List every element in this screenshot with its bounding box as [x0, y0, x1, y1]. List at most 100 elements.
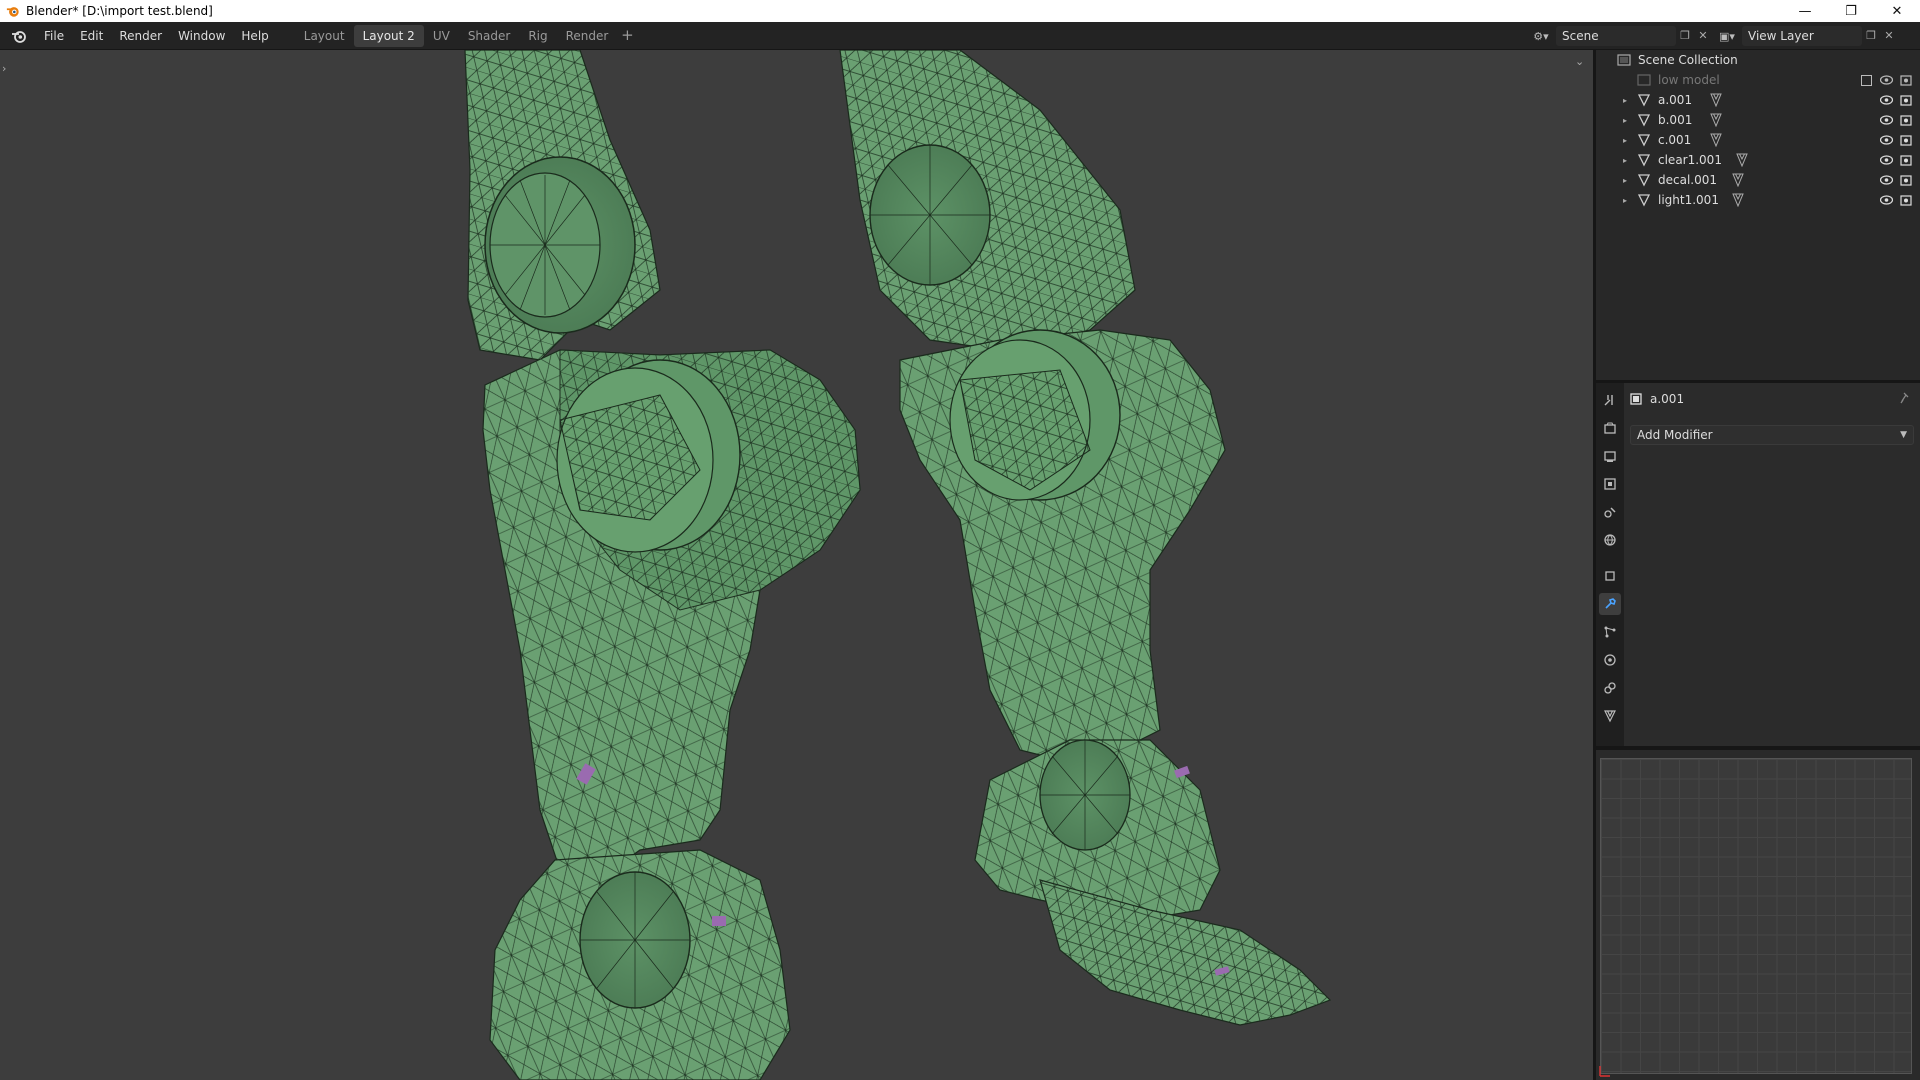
physics-tab-icon[interactable]: [1599, 649, 1621, 671]
3d-viewport[interactable]: ⌄ ›: [0, 50, 1593, 1080]
top-bar: File Edit Render Window Help Layout Layo…: [0, 22, 1920, 50]
modifier-tab-icon[interactable]: [1599, 593, 1621, 615]
uv-origin-icon: [1599, 1066, 1610, 1077]
collection-icon: [1636, 72, 1652, 88]
list-item[interactable]: ▸ a.001: [1596, 90, 1920, 110]
tab-layout[interactable]: Layout: [295, 25, 354, 47]
tab-rig[interactable]: Rig: [519, 25, 556, 47]
restore-icon[interactable]: ❐: [1828, 0, 1874, 22]
tab-layout-2[interactable]: Layout 2: [353, 24, 424, 47]
data-tab-icon[interactable]: [1599, 705, 1621, 727]
menu-window[interactable]: Window: [170, 24, 233, 48]
mesh-wireframe-view: ⌄ ›: [2, 50, 1584, 1080]
delete-view-layer-icon[interactable]: ✕: [1880, 26, 1898, 46]
window-title: Blender* [D:\import test.blend]: [26, 4, 213, 18]
render-tab-icon[interactable]: [1599, 417, 1621, 439]
mesh-object-icon: [1636, 132, 1652, 148]
mesh-object-icon: [1636, 172, 1652, 188]
menu-help[interactable]: Help: [233, 24, 276, 48]
tab-render[interactable]: Render: [557, 25, 618, 47]
scene-name-field[interactable]: Scene: [1556, 26, 1676, 46]
add-modifier-dropdown[interactable]: Add Modifier ▼: [1630, 425, 1914, 445]
mesh-data-icon[interactable]: [1708, 132, 1724, 148]
menu-edit[interactable]: Edit: [72, 24, 111, 48]
scene-icon[interactable]: ⚙▾: [1526, 26, 1556, 46]
scene-tab-icon[interactable]: [1599, 501, 1621, 523]
workspace-tabs: Layout Layout 2 UV Shader Rig Render +: [295, 24, 638, 48]
eye-icon[interactable]: [1878, 112, 1894, 128]
eye-icon[interactable]: [1878, 92, 1894, 108]
chevron-down-icon: ▼: [1900, 430, 1907, 440]
world-tab-icon[interactable]: [1599, 529, 1621, 551]
list-item[interactable]: low model: [1596, 70, 1920, 90]
eye-icon[interactable]: [1878, 172, 1894, 188]
eye-icon[interactable]: [1878, 192, 1894, 208]
pin-icon[interactable]: [1900, 392, 1912, 407]
camera-icon[interactable]: [1898, 172, 1914, 188]
mesh-object-icon: [1636, 92, 1652, 108]
tab-uv[interactable]: UV: [424, 25, 459, 47]
view-layer-icon[interactable]: ▣▾: [1712, 26, 1742, 46]
list-item[interactable]: ▸ c.001: [1596, 130, 1920, 150]
tab-shader[interactable]: Shader: [459, 25, 520, 47]
camera-icon[interactable]: [1898, 72, 1914, 88]
constraints-tab-icon[interactable]: [1599, 677, 1621, 699]
menu-render[interactable]: Render: [111, 24, 170, 48]
mesh-data-icon[interactable]: [1708, 92, 1724, 108]
minimize-icon[interactable]: —: [1782, 0, 1828, 22]
delete-scene-icon[interactable]: ✕: [1694, 26, 1712, 46]
output-tab-icon[interactable]: [1599, 445, 1621, 467]
list-item[interactable]: ▸ b.001: [1596, 110, 1920, 130]
close-icon[interactable]: ✕: [1874, 0, 1920, 22]
mesh-object-icon: [1636, 152, 1652, 168]
add-workspace-button[interactable]: +: [617, 24, 637, 48]
outliner-item-label: low model: [1658, 73, 1720, 87]
viewport-collapse-icon: ⌄: [1575, 55, 1584, 68]
outliner-item-label: decal.001: [1658, 173, 1718, 187]
outliner-root-row[interactable]: Scene Collection: [1596, 50, 1920, 70]
list-item[interactable]: ▸ clear1.001: [1596, 150, 1920, 170]
view-layer-tab-icon[interactable]: [1599, 473, 1621, 495]
camera-icon[interactable]: [1898, 92, 1914, 108]
expand-arrow-icon[interactable]: ▸: [1620, 136, 1630, 145]
outliner-item-label: clear1.001: [1658, 153, 1722, 167]
expand-arrow-icon[interactable]: ▸: [1620, 196, 1630, 205]
toolbar-expand-icon: ›: [2, 62, 6, 75]
outliner-item-label: c.001: [1658, 133, 1692, 147]
blender-menu-icon[interactable]: [8, 25, 30, 47]
camera-icon[interactable]: [1898, 112, 1914, 128]
expand-arrow-icon[interactable]: ▸: [1620, 96, 1630, 105]
new-view-layer-icon[interactable]: ❐: [1862, 26, 1880, 46]
outliner-root-label: Scene Collection: [1638, 53, 1738, 67]
right-leg-mesh: [839, 50, 1332, 1026]
expand-arrow-icon[interactable]: ▸: [1620, 116, 1630, 125]
eye-icon[interactable]: [1878, 132, 1894, 148]
mesh-data-icon[interactable]: [1730, 172, 1746, 188]
view-layer-field[interactable]: View Layer: [1742, 26, 1862, 46]
expand-arrow-icon[interactable]: ▸: [1620, 176, 1630, 185]
mesh-data-icon[interactable]: [1708, 112, 1724, 128]
add-modifier-label: Add Modifier: [1637, 428, 1713, 442]
eye-icon[interactable]: [1878, 152, 1894, 168]
window-titlebar: Blender* [D:\import test.blend] — ❐ ✕: [0, 0, 1920, 22]
camera-icon[interactable]: [1898, 192, 1914, 208]
exclude-checkbox-icon[interactable]: [1858, 72, 1874, 88]
outliner-item-label: b.001: [1658, 113, 1693, 127]
new-scene-icon[interactable]: ❐: [1676, 26, 1694, 46]
list-item[interactable]: ▸ light1.001: [1596, 190, 1920, 210]
mesh-data-icon[interactable]: [1734, 152, 1750, 168]
tool-tab-icon[interactable]: [1599, 389, 1621, 411]
camera-icon[interactable]: [1898, 132, 1914, 148]
object-data-icon: [1628, 391, 1644, 407]
uv-editor-area[interactable]: [1596, 750, 1920, 1080]
expand-arrow-icon[interactable]: ▸: [1620, 156, 1630, 165]
mesh-data-icon[interactable]: [1730, 192, 1746, 208]
menu-file[interactable]: File: [36, 24, 72, 48]
uv-grid[interactable]: [1600, 758, 1912, 1074]
camera-icon[interactable]: [1898, 152, 1914, 168]
list-item[interactable]: ▸ decal.001: [1596, 170, 1920, 190]
blender-app-icon: [6, 7, 19, 17]
particles-tab-icon[interactable]: [1599, 621, 1621, 643]
object-tab-icon[interactable]: [1599, 565, 1621, 587]
eye-icon[interactable]: [1878, 72, 1894, 88]
